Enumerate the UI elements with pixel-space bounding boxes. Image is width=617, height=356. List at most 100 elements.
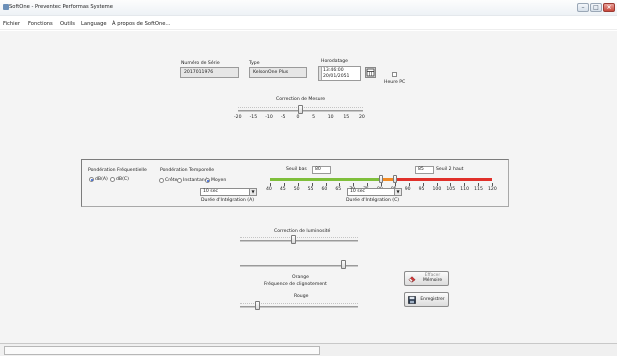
scale-tick <box>394 183 396 186</box>
scale-tick <box>408 183 410 186</box>
green-zone <box>270 178 381 181</box>
low-threshold-thumb[interactable] <box>379 175 383 183</box>
correction-tick-label: 10 <box>327 115 334 120</box>
integration-c-select[interactable]: 10 sec ▼ <box>347 188 402 196</box>
chevron-down-icon[interactable]: ▼ <box>394 188 402 196</box>
scale-tick-label: 60 <box>321 187 328 192</box>
scale-tick <box>325 183 327 186</box>
scale-tick <box>367 183 369 186</box>
menu-bar: Fichier Fonctions Outils Language À prop… <box>0 17 617 30</box>
scale-tick-label: 40 <box>266 187 272 192</box>
scale-tick-label: 45 <box>279 187 286 192</box>
radio-dba-label: dB(A) <box>95 177 108 182</box>
maximize-button[interactable]: □ <box>590 3 602 12</box>
minimize-icon: – <box>581 4 585 11</box>
brightness-track[interactable] <box>240 240 358 242</box>
brightness-label: Correction de luminosité <box>274 229 331 234</box>
scale-tick-label: 50 <box>293 187 300 192</box>
orange-label: Orange <box>292 275 309 280</box>
scale-tick-label: 115 <box>474 187 483 192</box>
erase-label-2: Mémoire <box>422 278 443 283</box>
integration-c-label: Durée d'Intégration (C) <box>346 198 400 203</box>
menu-about[interactable]: À propos de SoftOne... <box>112 21 170 27</box>
orange-blink-track[interactable] <box>240 265 358 267</box>
maximize-icon: □ <box>593 4 599 11</box>
radio-instantane[interactable] <box>177 178 182 183</box>
timestamp-field[interactable]: 13:46:00 20/01/2051 <box>318 66 361 81</box>
integration-c-value: 10 sec <box>350 189 366 194</box>
correction-tick-label: -20 <box>234 115 242 120</box>
timestamp-spinner[interactable] <box>319 67 322 80</box>
scale-tick-label: 95 <box>418 187 425 192</box>
menu-outils[interactable]: Outils <box>60 21 75 27</box>
radio-crete[interactable] <box>159 178 164 183</box>
menu-fichier[interactable]: Fichier <box>3 21 20 27</box>
settings-panel: Pondération Fréquentielle dB(A) dB(C) Po… <box>81 159 509 207</box>
window-title: SoftOne - Preventec Performas Systeme <box>9 4 113 10</box>
freq-weighting-label: Pondération Fréquentielle <box>88 168 147 173</box>
correction-tick-label: -5 <box>280 115 286 120</box>
brightness-thumb[interactable] <box>290 235 296 244</box>
scale-tick <box>436 183 438 186</box>
correction-tick-label: 5 <box>312 115 316 120</box>
date-value: 20/01/2051 <box>323 74 350 79</box>
low-threshold-field[interactable]: 80 <box>312 166 331 174</box>
serial-field: 2017011976 <box>180 67 239 78</box>
close-button[interactable]: × <box>603 3 615 12</box>
correction-label: Correction de Mesure <box>276 97 326 102</box>
high-threshold-thumb[interactable] <box>392 175 397 183</box>
timestamp-label: Horodatage <box>321 59 348 64</box>
scale-tick-label: 120 <box>488 187 497 192</box>
minimize-button[interactable]: – <box>577 3 589 12</box>
chevron-down-icon[interactable]: ▼ <box>249 188 257 196</box>
title-bar: SoftOne - Preventec Performas Systeme – … <box>0 0 617 16</box>
red-zone <box>394 178 492 181</box>
orange-blink-thumb[interactable] <box>341 260 347 269</box>
status-pane <box>4 346 320 355</box>
type-field: KelsonOne Plus <box>249 67 307 78</box>
scale-tick <box>353 183 355 186</box>
radio-crete-label: Crête <box>165 178 178 183</box>
scale-tick <box>297 183 299 186</box>
scale-tick-label: 105 <box>446 187 456 192</box>
main-area: Numéro de Série 2017011976 Type KelsonOn… <box>0 31 617 343</box>
menu-fonctions[interactable]: Fonctions <box>28 21 53 27</box>
scale-tick <box>450 183 452 186</box>
radio-dba[interactable] <box>89 177 94 182</box>
radio-instantane-label: Instantané <box>183 178 208 183</box>
scale-tick <box>478 183 480 186</box>
floppy-disk-icon <box>408 296 416 304</box>
integration-a-label: Durée d'Intégration (A) <box>201 198 255 203</box>
radio-moyen-label: Moyen <box>211 178 227 183</box>
radio-dbc-label: dB(C) <box>116 177 129 182</box>
integration-a-select[interactable]: 10 sec ▼ <box>200 188 257 196</box>
radio-moyen[interactable] <box>205 178 210 183</box>
integration-a-value: 10 sec <box>203 189 219 194</box>
brightness-track-dots <box>240 237 358 239</box>
high-threshold-label: Seuil 2 haut <box>436 167 464 172</box>
red-label: Rouge <box>294 294 309 299</box>
correction-thumb[interactable] <box>298 105 303 114</box>
menu-language[interactable]: Language <box>81 21 107 27</box>
calendar-button[interactable] <box>365 67 376 78</box>
save-button[interactable]: Enregistrer <box>404 292 449 307</box>
high-threshold-field[interactable]: 85 <box>415 166 434 174</box>
scale-tick <box>422 183 424 186</box>
scale-tick-label: 90 <box>404 187 411 192</box>
close-icon: × <box>606 4 612 11</box>
scale-tick <box>270 183 271 186</box>
low-threshold-label: Seuil bas <box>286 167 307 172</box>
erase-memory-button[interactable]: Effacer Mémoire <box>404 271 449 286</box>
scale-tick-label: 55 <box>307 187 314 192</box>
radio-dbc[interactable] <box>110 177 115 182</box>
scale-tick <box>311 183 313 186</box>
scale-tick <box>381 183 382 186</box>
calendar-icon <box>366 68 375 77</box>
scale-tick-label: 65 <box>335 187 342 192</box>
scale-tick <box>283 183 285 186</box>
pc-time-checkbox[interactable] <box>392 72 397 77</box>
red-blink-thumb[interactable] <box>255 301 261 310</box>
status-bar <box>0 343 617 356</box>
scale-tick-label: 110 <box>460 187 470 192</box>
pc-time-label: Heure PC <box>384 80 406 85</box>
